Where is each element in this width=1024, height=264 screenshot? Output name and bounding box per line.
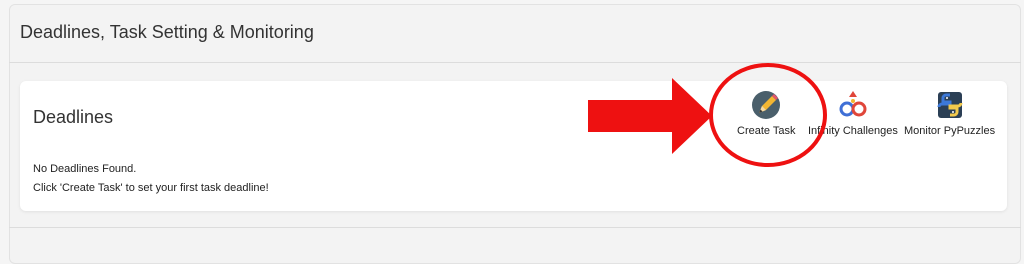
create-task-label: Create Task — [737, 125, 796, 137]
infinity-icon — [839, 91, 867, 117]
monitor-pypuzzles-label: Monitor PyPuzzles — [904, 125, 996, 137]
infinity-challenges-label: Infinity Challenges — [808, 125, 898, 137]
infinity-challenges-button[interactable]: Infinity Challenges — [808, 89, 898, 137]
pencil-icon — [752, 91, 781, 119]
section-bottom-divider — [9, 227, 1021, 228]
section-divider — [9, 62, 1021, 63]
create-task-button[interactable]: Create Task — [737, 89, 796, 137]
deadlines-title: Deadlines — [33, 107, 114, 127]
monitor-pypuzzles-button[interactable]: Monitor PyPuzzles — [904, 89, 995, 137]
create-task-hint: Click 'Create Task' to set your first ta… — [33, 182, 269, 194]
python-logo-icon — [937, 92, 963, 118]
deadlines-card: Deadlines No Deadlines Found. Click 'Cre… — [20, 81, 1007, 211]
section-title: Deadlines, Task Setting & Monitoring — [20, 22, 314, 42]
no-deadlines-text: No Deadlines Found. — [33, 163, 137, 175]
